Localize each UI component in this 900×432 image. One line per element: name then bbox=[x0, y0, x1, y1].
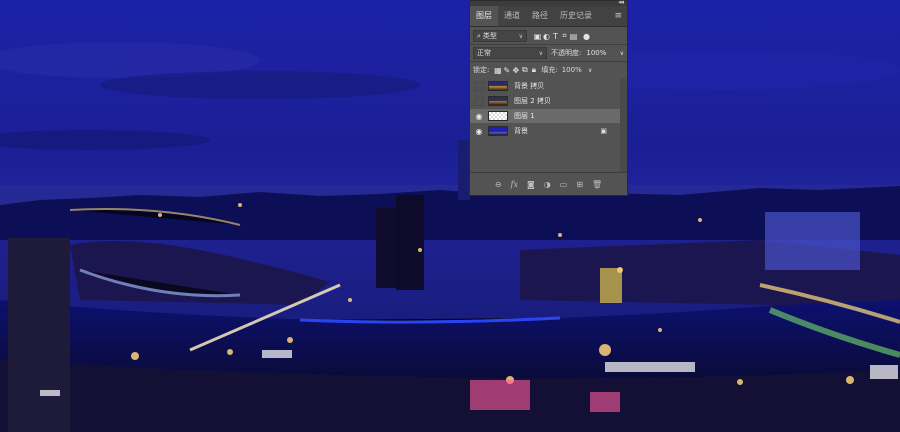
tab-history[interactable]: 历史记录 bbox=[554, 6, 598, 26]
add-mask-icon[interactable]: ◙ bbox=[527, 180, 535, 189]
tab-paths[interactable]: 路径 bbox=[526, 6, 554, 26]
chevron-down-icon: ∨ bbox=[538, 49, 543, 57]
layer-row-selected[interactable]: ◉ 图层 1 bbox=[470, 109, 627, 123]
layer-row[interactable]: ◉ 背景 ▣ bbox=[470, 124, 627, 138]
filter-kind-dropdown[interactable]: ⌕ 类型 ∨ bbox=[473, 30, 527, 42]
layer-name: 背景 拷贝 bbox=[514, 82, 545, 90]
blend-row: 正常 ∨ 不透明度: 100% ∨ bbox=[470, 46, 627, 60]
fill-chevron-icon[interactable]: ∨ bbox=[586, 65, 595, 75]
eye-icon[interactable]: ◉ bbox=[470, 127, 488, 136]
chevron-down-icon: ∨ bbox=[518, 32, 523, 40]
layer-thumbnail bbox=[488, 111, 508, 121]
lock-row: 锁定: ▦ ✎ ✥ ⧉ 🔒︎ 填充: 100% ∨ bbox=[470, 63, 627, 77]
search-icon: ⌕ bbox=[477, 31, 481, 40]
layer-thumbnail bbox=[488, 96, 508, 106]
layer-name: 图层 1 bbox=[514, 112, 535, 120]
shape-filter-icon[interactable]: ⌗ bbox=[560, 31, 569, 41]
opacity-label: 不透明度: bbox=[551, 49, 582, 57]
layer-row[interactable]: 图层 2 拷贝 bbox=[470, 94, 627, 108]
link-layers-icon[interactable]: ⊖ bbox=[495, 180, 502, 189]
opacity-chevron-icon[interactable]: ∨ bbox=[617, 48, 626, 58]
filter-kind-label: 类型 bbox=[482, 32, 497, 40]
opacity-input[interactable]: 100% bbox=[583, 47, 617, 59]
adjustment-layer-icon[interactable]: ◑ bbox=[544, 180, 551, 189]
filter-row: ⌕ 类型 ∨ ▣ ◐ T ⌗ ▤ ● bbox=[470, 29, 627, 43]
visibility-toggle[interactable] bbox=[470, 96, 488, 106]
fx-icon[interactable]: fx bbox=[511, 180, 518, 189]
layer-row[interactable]: 背景 拷贝 bbox=[470, 79, 627, 93]
fill-value[interactable]: 100% bbox=[562, 66, 582, 74]
lock-label: 锁定: bbox=[473, 66, 490, 74]
fill-label: 填充: bbox=[541, 66, 558, 74]
opacity-value: 100% bbox=[586, 49, 607, 57]
lock-icon: ▣ bbox=[600, 127, 607, 135]
lock-position-icon[interactable]: ✥ bbox=[511, 65, 520, 75]
new-group-icon[interactable]: ▭ bbox=[560, 180, 568, 189]
blend-mode-value: 正常 bbox=[477, 49, 491, 57]
layer-name: 图层 2 拷贝 bbox=[514, 97, 551, 105]
layer-name: 背景 bbox=[514, 127, 528, 135]
layer-thumbnail bbox=[488, 126, 508, 136]
smart-object-filter-icon[interactable]: ▤ bbox=[569, 31, 578, 41]
adjustment-filter-icon[interactable]: ◐ bbox=[542, 31, 551, 41]
panel-menu-icon[interactable]: ≡ bbox=[614, 6, 622, 26]
layers-scrollbar[interactable] bbox=[620, 79, 627, 175]
tab-layers[interactable]: 图层 bbox=[470, 6, 498, 26]
image-filter-icon[interactable]: ▣ bbox=[533, 31, 542, 41]
night-city-photo bbox=[0, 0, 900, 432]
delete-layer-icon[interactable]: 🗑︎ bbox=[592, 180, 602, 189]
lock-transparent-pixels-icon[interactable]: ▦ bbox=[493, 65, 502, 75]
new-layer-icon[interactable]: ⊞ bbox=[576, 180, 583, 189]
lock-all-icon[interactable]: 🔒︎ bbox=[529, 65, 538, 75]
visibility-toggle[interactable] bbox=[470, 81, 488, 91]
eye-icon[interactable]: ◉ bbox=[470, 112, 488, 121]
lock-image-pixels-icon[interactable]: ✎ bbox=[502, 65, 511, 75]
lock-artboard-icon[interactable]: ⧉ bbox=[520, 65, 529, 75]
layers-footer-toolbar: ⊖ fx ◙ ◑ ▭ ⊞ 🗑︎ bbox=[470, 172, 627, 195]
panel-tabs: 图层 通道 路径 历史记录 ≡ bbox=[470, 6, 627, 27]
blend-mode-dropdown[interactable]: 正常 ∨ bbox=[473, 47, 547, 59]
tab-channels[interactable]: 通道 bbox=[498, 6, 526, 26]
type-filter-icon[interactable]: T bbox=[551, 31, 560, 41]
layer-thumbnail bbox=[488, 81, 508, 91]
filter-toggle-icon[interactable]: ● bbox=[582, 31, 591, 41]
layers-panel: ◂◂ 图层 通道 路径 历史记录 ≡ ⌕ 类型 ∨ ▣ ◐ T ⌗ ▤ ● 正常… bbox=[469, 0, 628, 196]
